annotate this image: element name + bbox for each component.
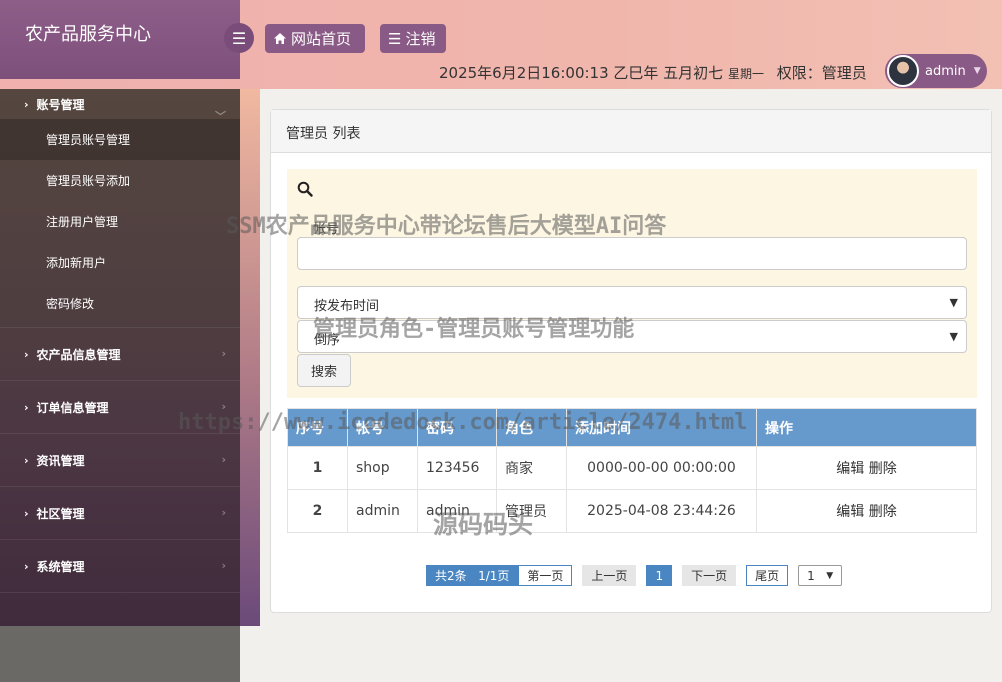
sidebar-item-label: 账号管理 <box>36 97 85 112</box>
chevron-right-icon: › <box>221 506 226 519</box>
cell-time: 0000-00-00 00:00:00 <box>566 446 757 490</box>
datetime-text: 2025年6月2日16:00:13 乙巳年 五月初七 <box>439 64 724 82</box>
cell-account: admin <box>347 489 418 533</box>
sidebar-toggle-button[interactable]: ☰ <box>224 23 254 53</box>
sidebar-subitem-admin-add[interactable]: 管理员账号添加 <box>0 160 240 201</box>
watermark-title: SSM农产品服务中心带论坛售后大模型AI问答 <box>226 214 667 239</box>
cell-no: 1 <box>287 446 348 490</box>
sidebar-subitem-password[interactable]: 密码修改 <box>0 283 240 324</box>
panel-title: 管理员 列表 <box>271 110 991 153</box>
sidebar-item-product[interactable]: › 农产品信息管理 › <box>0 328 240 381</box>
cell-role: 商家 <box>496 446 567 490</box>
chevron-right-icon: › <box>24 506 29 520</box>
last-page-button[interactable]: 尾页 <box>746 565 789 586</box>
sidebar-item-label: 系统管理 <box>36 559 85 574</box>
chevron-right-icon: › <box>24 347 29 361</box>
sidebar-subitem-user-manage[interactable]: 注册用户管理 <box>0 201 240 242</box>
chevron-down-icon: ▼ <box>949 330 958 343</box>
logout-button[interactable]: ☰ 注销 <box>380 24 446 53</box>
chevron-right-icon: › <box>221 559 226 572</box>
delete-link[interactable]: 删除 <box>869 504 897 520</box>
avatar <box>887 55 919 87</box>
table-row: 2 admin admin 管理员 2025-04-08 23:44:26 编辑… <box>287 489 977 533</box>
header-info: 2025年6月2日16:00:13 乙巳年 五月初七 星期一 权限：管理员 <box>439 62 867 83</box>
page-select[interactable]: 1 ▼ <box>798 565 843 586</box>
cell-account: shop <box>347 446 418 490</box>
chevron-down-icon: ▼ <box>826 570 834 581</box>
search-icon <box>297 181 313 197</box>
menu-icon: ☰ <box>231 28 247 48</box>
sidebar-item-account[interactable]: › 账号管理 ﹀ <box>0 89 240 124</box>
pagination: 共2条 1/1页 第一页 上一页 1 下一页 尾页 1 ▼ <box>426 565 843 586</box>
cell-time: 2025-04-08 23:44:26 <box>566 489 757 533</box>
home-label: 网站首页 <box>291 30 352 48</box>
sidebar-edge <box>240 89 260 626</box>
first-page-button[interactable]: 第一页 <box>518 565 573 586</box>
next-page-button[interactable]: 下一页 <box>682 565 737 586</box>
sidebar-item-community[interactable]: › 社区管理 › <box>0 487 240 540</box>
chevron-down-icon: ▼ <box>949 296 958 309</box>
watermark-brand: 源码码头 <box>433 510 534 539</box>
app-brand: 农产品服务中心 <box>0 0 240 79</box>
page-select-value: 1 <box>807 568 815 583</box>
sidebar-subitem-admin-manage[interactable]: 管理员账号管理 <box>0 119 240 160</box>
admin-list-panel: 管理员 列表 帐号 按发布时间 ▼ 倒序 ▼ 搜索 序号 帐号 密码 角色 添加… <box>270 109 992 613</box>
sidebar-item-label: 农产品信息管理 <box>36 347 121 362</box>
col-actions: 操作 <box>756 408 977 447</box>
chevron-right-icon: › <box>24 559 29 573</box>
sidebar-item-label: 资讯管理 <box>36 453 85 468</box>
table-row: 1 shop 123456 商家 0000-00-00 00:00:00 编辑 … <box>287 446 977 490</box>
chevron-down-icon: ﹀ <box>215 110 226 123</box>
sidebar-subitem-user-add[interactable]: 添加新用户 <box>0 242 240 283</box>
chevron-right-icon: › <box>24 400 29 414</box>
cell-actions: 编辑 删除 <box>756 489 977 533</box>
edit-link[interactable]: 编辑 <box>836 461 864 477</box>
permission-text: 权限：管理员 <box>776 64 867 82</box>
user-menu[interactable]: admin ▼ <box>885 54 987 88</box>
cell-actions: 编辑 删除 <box>756 446 977 490</box>
chevron-right-icon: › <box>24 97 29 111</box>
sidebar-item-label: 社区管理 <box>36 506 85 521</box>
logout-label: 注销 <box>405 30 436 48</box>
home-icon <box>274 33 286 44</box>
current-page[interactable]: 1 <box>646 565 673 586</box>
chevron-right-icon: › <box>221 453 226 466</box>
cell-no: 2 <box>287 489 348 533</box>
account-input[interactable] <box>297 237 967 270</box>
sidebar-item-system[interactable]: › 系统管理 › <box>0 540 240 593</box>
list-icon: ☰ <box>388 29 402 48</box>
chevron-down-icon: ▼ <box>973 66 981 76</box>
search-button[interactable]: 搜索 <box>297 354 351 387</box>
delete-link[interactable]: 删除 <box>869 461 897 477</box>
home-button[interactable]: 网站首页 <box>265 24 365 53</box>
sidebar-item-label: 订单信息管理 <box>36 400 109 415</box>
prev-page-button[interactable]: 上一页 <box>582 565 637 586</box>
search-form: 帐号 按发布时间 ▼ 倒序 ▼ 搜索 <box>287 169 977 398</box>
weekday-text: 星期一 <box>727 67 764 81</box>
watermark-url: https://www.icodedock.com/article/2474.h… <box>178 410 748 435</box>
sidebar-item-news[interactable]: › 资讯管理 › <box>0 434 240 487</box>
chevron-right-icon: › <box>24 453 29 467</box>
chevron-right-icon: › <box>221 347 226 360</box>
sidebar-footer <box>0 626 240 682</box>
sidebar-group-account: › 账号管理 ﹀ 管理员账号管理 管理员账号添加 注册用户管理 添加新用户 密码… <box>0 89 240 328</box>
pagination-summary: 共2条 1/1页 <box>426 565 519 586</box>
edit-link[interactable]: 编辑 <box>836 504 864 520</box>
sidebar: › 账号管理 ﹀ 管理员账号管理 管理员账号添加 注册用户管理 添加新用户 密码… <box>0 89 240 626</box>
username: admin <box>925 63 966 79</box>
cell-password: 123456 <box>417 446 497 490</box>
watermark-subtitle: 管理员角色-管理员账号管理功能 <box>313 317 635 342</box>
